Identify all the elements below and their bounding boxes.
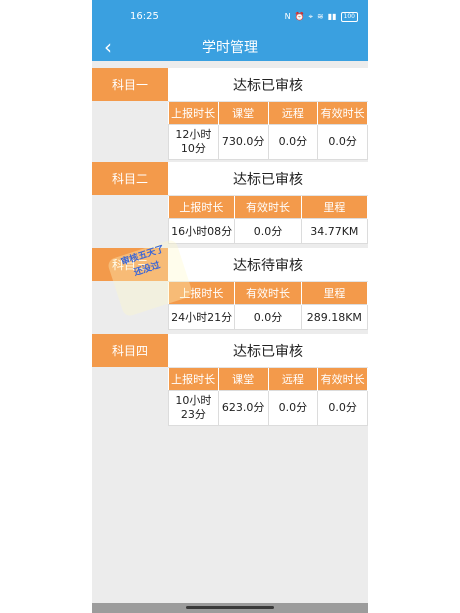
table-header: 远程: [268, 102, 319, 125]
table-header: 上报时长: [168, 102, 219, 125]
table-cell: 34.77KM: [300, 218, 368, 244]
subject-table-1: 上报时长 课堂 远程 有效时长 12小时 10分 730.0分 0.0分 0.0…: [168, 102, 368, 160]
subject-status-1: 达标已审核: [168, 68, 368, 102]
wifi-icon: ≋: [317, 12, 324, 21]
table-header: 有效时长: [317, 102, 368, 125]
subject-table-2: 上报时长 有效时长 里程 16小时08分 0.0分 34.77KM: [167, 196, 368, 244]
table-cell: 0.0分: [317, 124, 368, 160]
subject-status-4: 达标已审核: [168, 334, 368, 368]
table-cell: 10小时 23分: [168, 390, 219, 426]
subject-table-3: 上报时长 有效时长 里程 24小时21分 0.0分 289.18KM: [167, 282, 368, 330]
table-cell: 623.0分: [217, 390, 269, 426]
table-cell: 0.0分: [267, 390, 319, 426]
table-header: 有效时长: [234, 196, 302, 219]
table-header: 课堂: [218, 102, 269, 125]
table-header: 课堂: [218, 368, 269, 391]
table-cell: 12小时 10分: [168, 124, 219, 160]
table-cell: 0.0分: [267, 124, 319, 160]
table-header: 有效时长: [317, 368, 368, 391]
table-header: 有效时长: [234, 282, 302, 305]
table-cell: 0.0分: [317, 390, 368, 426]
table-cell: 24小时21分: [167, 304, 236, 330]
home-indicator[interactable]: [186, 606, 274, 609]
subject-status-3: 达标待审核: [168, 248, 368, 282]
back-button[interactable]: ‹: [104, 35, 112, 59]
subject-card-4: 达标已审核 上报时长 课堂 远程 有效时长 10小时 23分 623.0分 0.…: [168, 334, 368, 426]
table-header: 里程: [301, 282, 368, 305]
app-bar: ‹ 学时管理: [92, 33, 368, 61]
app-screen: 16:25 N ⏰ ⌖ ≋ ▮▮ 100 ‹ 学时管理 科目一 达标已审核 上报…: [92, 0, 368, 613]
subject-card-1: 达标已审核 上报时长 课堂 远程 有效时长 12小时 10分 730.0分 0.…: [168, 68, 368, 160]
nfc-icon: N: [284, 12, 291, 21]
table-cell: 289.18KM: [300, 304, 368, 330]
status-time: 16:25: [130, 11, 159, 22]
table-header: 里程: [301, 196, 368, 219]
table-cell: 730.0分: [217, 124, 269, 160]
location-icon: ⌖: [308, 11, 314, 21]
subject-card-3: 达标待审核 上报时长 有效时长 里程 24小时21分 0.0分 289.18KM: [167, 248, 368, 330]
subject-label-2: 科目二: [92, 162, 168, 195]
alarm-icon: ⏰: [294, 12, 305, 21]
table-cell: 0.0分: [234, 218, 302, 244]
table-header: 远程: [268, 368, 319, 391]
subject-table-4: 上报时长 课堂 远程 有效时长 10小时 23分 623.0分 0.0分 0.0…: [168, 368, 368, 426]
page-title: 学时管理: [202, 40, 258, 56]
table-cell: 16小时08分: [167, 218, 236, 244]
subject-card-2: 达标已审核 上报时长 有效时长 里程 16小时08分 0.0分 34.77KM: [167, 162, 368, 244]
subject-status-2: 达标已审核: [168, 162, 368, 196]
signal-icon: ▮▮: [327, 12, 337, 21]
battery-icon: 100: [340, 11, 358, 22]
table-cell: 0.0分: [234, 304, 302, 330]
status-icons: N ⏰ ⌖ ≋ ▮▮ 100: [284, 11, 358, 22]
subject-label-4: 科目四: [92, 334, 168, 367]
table-header: 上报时长: [168, 196, 236, 219]
subject-label-1: 科目一: [92, 68, 168, 101]
status-bar: 16:25 N ⏰ ⌖ ≋ ▮▮ 100: [92, 0, 368, 33]
table-header: 上报时长: [168, 368, 219, 391]
